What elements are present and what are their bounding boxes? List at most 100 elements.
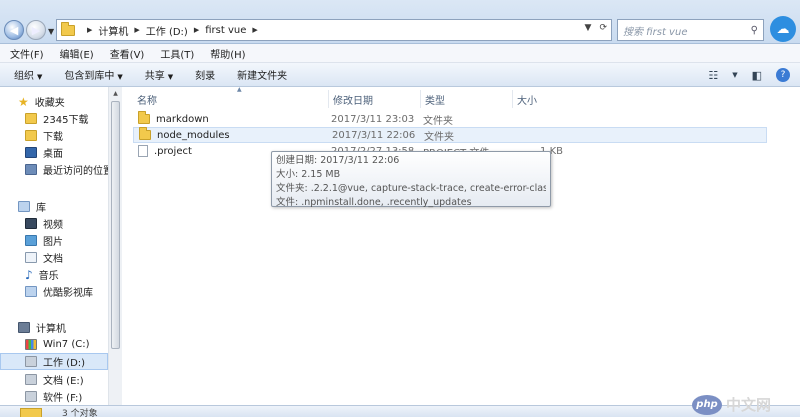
nav-favorites[interactable]: ★ 收藏夹	[18, 93, 65, 110]
nav-item-drive-c[interactable]: Win7 (C:)	[25, 336, 89, 353]
file-row-markdown[interactable]: markdown 2017/3/11 23:03 文件夹	[133, 111, 767, 127]
chevron-down-icon: ▼	[167, 73, 174, 81]
nav-computer[interactable]: 计算机	[18, 319, 66, 336]
folder-icon	[138, 111, 150, 124]
column-name-label: 名称	[137, 95, 157, 107]
column-type-label: 类型	[425, 95, 445, 107]
folder-icon	[139, 127, 151, 140]
nav-item-downloads[interactable]: 下载	[25, 127, 63, 144]
nav-label: 音乐	[38, 271, 59, 282]
column-size-label: 大小	[517, 95, 537, 107]
nav-item-2345-downloads[interactable]: 2345下载	[25, 110, 88, 127]
nav-libraries[interactable]: 库	[18, 198, 46, 215]
cloud-sync-icon[interactable]: ☁	[770, 16, 796, 42]
chevron-down-icon: ▼	[117, 73, 123, 81]
menu-help[interactable]: 帮助(H)	[210, 46, 245, 61]
nav-item-youku-library[interactable]: 优酷影视库	[25, 283, 93, 300]
search-input[interactable]: 搜索 first vue ⚲	[617, 19, 764, 41]
chevron-down-icon: ▼	[37, 73, 43, 81]
refresh-icon[interactable]: ⟳	[599, 23, 607, 33]
command-bar: 组织 ▼ 包含到库中 ▼ 共享 ▼ 刻录 新建文件夹 ☷ ▼ ◧ ?	[0, 63, 800, 87]
nav-item-desktop[interactable]: 桌面	[25, 144, 63, 161]
scroll-up-icon[interactable]: ▲	[109, 87, 122, 99]
arrow-left-icon: ◀	[9, 23, 19, 37]
chevron-down-icon[interactable]: ▼	[732, 71, 737, 79]
include-library-button[interactable]: 包含到库中 ▼	[64, 67, 122, 82]
nav-libraries-label: 库	[36, 203, 46, 214]
nav-item-videos[interactable]: 视频	[25, 215, 63, 232]
search-icon[interactable]: ⚲	[751, 25, 758, 36]
organize-label: 组织	[14, 71, 34, 82]
nav-label: 图片	[43, 237, 63, 248]
nav-item-drive-d[interactable]: 工作 (D:)	[0, 353, 108, 370]
breadcrumb-drive-d[interactable]: 工作 (D:)	[146, 23, 188, 38]
nav-label: 2345下载	[43, 115, 89, 126]
picture-icon	[25, 235, 37, 246]
new-folder-button[interactable]: 新建文件夹	[237, 67, 287, 82]
arrow-right-icon: ▶	[31, 23, 41, 37]
column-header-size[interactable]: 大小	[513, 90, 585, 108]
column-header-type[interactable]: 类型	[421, 90, 513, 108]
menu-edit[interactable]: 编辑(E)	[60, 46, 94, 61]
nav-item-music[interactable]: ♪ 音乐	[25, 266, 59, 283]
windows-drive-icon	[25, 339, 37, 350]
chevron-right-icon[interactable]: ▶	[87, 26, 92, 34]
column-header-date[interactable]: 修改日期	[329, 90, 421, 108]
nav-label: 文档	[43, 254, 63, 265]
breadcrumb: ▶ 计算机 ▶ 工作 (D:) ▶ first vue ▶	[81, 23, 264, 38]
share-button[interactable]: 共享 ▼	[145, 67, 173, 82]
address-dropdown-icon[interactable]: ▼	[585, 23, 592, 33]
file-row-node-modules[interactable]: node_modules 2017/3/11 22:06 文件夹	[133, 127, 767, 143]
music-note-icon: ♪	[25, 267, 33, 282]
nav-item-documents[interactable]: 文档	[25, 249, 63, 266]
status-bar: 3 个对象	[0, 405, 800, 417]
nav-scrollbar[interactable]: ▲	[108, 87, 122, 405]
file-name: node_modules	[157, 129, 230, 141]
menu-file[interactable]: 文件(F)	[10, 46, 44, 61]
folder-icon	[25, 130, 37, 141]
menu-tools[interactable]: 工具(T)	[160, 46, 194, 61]
tooltip-files: 文件: .npminstall.done, .recently_updates	[276, 197, 472, 208]
scroll-thumb[interactable]	[111, 101, 120, 349]
folder-icon	[61, 21, 75, 36]
nav-item-pictures[interactable]: 图片	[25, 232, 63, 249]
share-label: 共享	[144, 71, 165, 82]
nav-label: 最近访问的位置	[43, 166, 113, 177]
nav-label: 软件 (F:)	[43, 393, 83, 404]
include-library-label: 包含到库中	[64, 71, 115, 82]
chevron-right-icon[interactable]: ▶	[252, 26, 257, 34]
nav-label: 优酷影视库	[43, 288, 93, 299]
chevron-right-icon[interactable]: ▶	[134, 26, 139, 34]
watermark-text: 中文网	[726, 396, 772, 414]
file-name: .project	[154, 145, 192, 157]
file-icon	[138, 145, 148, 157]
menu-view[interactable]: 查看(V)	[110, 46, 145, 61]
breadcrumb-first-vue[interactable]: first vue	[205, 25, 246, 36]
recent-pages-dropdown[interactable]: ▼	[48, 27, 54, 36]
nav-label: 下载	[43, 132, 63, 143]
column-header-name[interactable]: 名称 ▲	[133, 86, 329, 108]
column-date-label: 修改日期	[333, 95, 373, 107]
address-bar[interactable]: ▶ 计算机 ▶ 工作 (D:) ▶ first vue ▶ ▼ ⟳	[56, 19, 612, 41]
nav-label: 文档 (E:)	[43, 376, 84, 387]
nav-item-drive-f[interactable]: 软件 (F:)	[25, 388, 82, 405]
file-list: 名称 ▲ 修改日期 类型 大小 markdown 2017/3/11 23:03 …	[123, 86, 800, 405]
preview-pane-icon[interactable]: ◧	[752, 69, 762, 82]
organize-button[interactable]: 组织 ▼	[14, 67, 42, 82]
recent-places-icon	[25, 164, 37, 175]
nav-item-drive-e[interactable]: 文档 (E:)	[25, 371, 84, 388]
folder-icon	[25, 113, 37, 124]
burn-button[interactable]: 刻录	[195, 67, 215, 82]
video-icon	[25, 218, 37, 229]
chevron-right-icon[interactable]: ▶	[194, 26, 199, 34]
view-options-icon[interactable]: ☷	[708, 69, 718, 82]
back-button[interactable]: ◀	[4, 20, 24, 40]
nav-label: 视频	[43, 220, 63, 231]
computer-icon	[18, 322, 30, 333]
search-placeholder: 搜索 first vue	[623, 26, 688, 38]
forward-button[interactable]: ▶	[26, 20, 46, 40]
help-icon[interactable]: ?	[776, 68, 790, 82]
menu-bar: 文件(F) 编辑(E) 查看(V) 工具(T) 帮助(H)	[0, 44, 800, 63]
breadcrumb-computer[interactable]: 计算机	[98, 23, 128, 38]
nav-item-recent-places[interactable]: 最近访问的位置	[25, 161, 113, 178]
